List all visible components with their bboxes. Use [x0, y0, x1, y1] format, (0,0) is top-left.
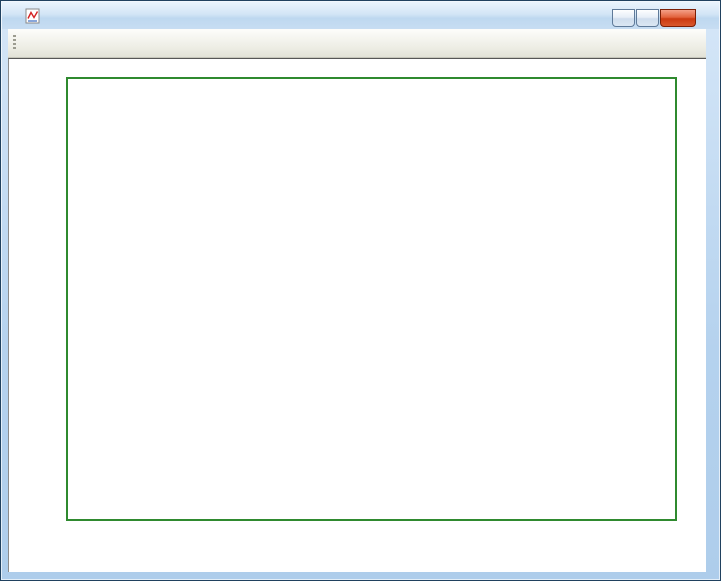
minimize-button[interactable]	[612, 9, 635, 27]
plot-client-area	[8, 58, 706, 572]
toolbar-grip[interactable]	[13, 35, 16, 51]
colormap-plot[interactable]	[68, 79, 675, 519]
maximize-button[interactable]	[636, 9, 659, 27]
app-icon	[25, 8, 41, 24]
app-window	[0, 0, 721, 581]
toolbar	[8, 29, 706, 58]
title-bar[interactable]	[2, 2, 719, 29]
close-button[interactable]	[660, 9, 696, 27]
colormap-plot-frame	[66, 77, 677, 521]
